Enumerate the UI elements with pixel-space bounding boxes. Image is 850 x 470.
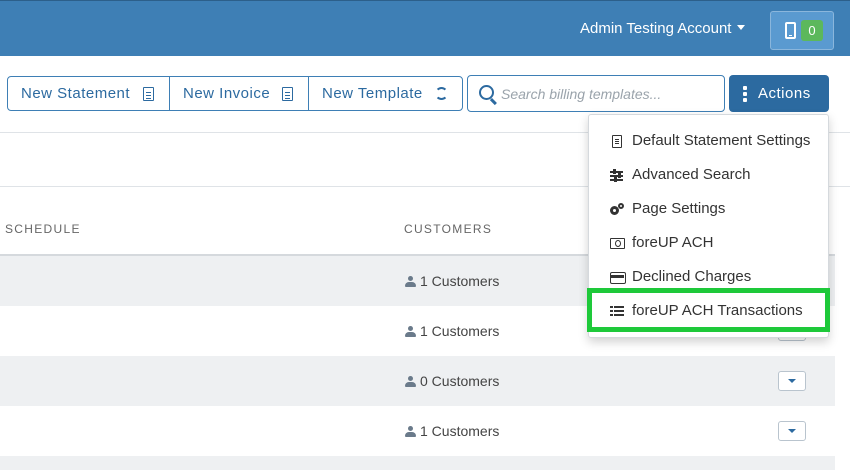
customers-cell: 1 Customers bbox=[405, 273, 499, 289]
user-icon bbox=[405, 426, 416, 437]
customers-count: 1 Customers bbox=[420, 423, 500, 439]
column-header-schedule[interactable]: SCHEDULE bbox=[5, 222, 81, 236]
customers-count: 1 Customers bbox=[420, 323, 500, 339]
menu-item-label: Page Settings bbox=[632, 200, 726, 217]
menu-item-label: Advanced Search bbox=[632, 166, 751, 183]
new-statement-label: New Statement bbox=[21, 85, 131, 102]
menu-item-foreup-ach[interactable]: foreUP ACH bbox=[589, 226, 828, 260]
cogs-icon bbox=[610, 203, 624, 216]
caret-down-icon bbox=[737, 25, 746, 30]
highlight-box bbox=[587, 288, 830, 332]
search-icon bbox=[479, 85, 494, 100]
menu-item-label: foreUP ACH bbox=[632, 234, 714, 251]
customers-cell: 0 Customers bbox=[405, 373, 499, 389]
menu-item-label: Default Statement Settings bbox=[632, 132, 811, 149]
search-input[interactable] bbox=[501, 76, 719, 111]
mobile-phone-icon bbox=[785, 22, 796, 39]
sliders-icon bbox=[610, 169, 624, 182]
table-row: 1 Customers bbox=[0, 406, 835, 456]
menu-item-advanced-search[interactable]: Advanced Search bbox=[589, 158, 828, 192]
file-text-icon bbox=[282, 87, 293, 101]
refresh-icon bbox=[435, 87, 448, 100]
new-invoice-button[interactable]: New Invoice bbox=[169, 76, 309, 111]
ellipsis-vertical-icon bbox=[743, 86, 747, 90]
customers-count: 1 Customers bbox=[420, 273, 500, 289]
credit-card-icon bbox=[610, 272, 626, 284]
file-text-icon bbox=[612, 135, 622, 148]
customers-count: 0 Customers bbox=[420, 373, 500, 389]
device-count-badge: 0 bbox=[801, 20, 823, 41]
table-row: 0 Customers bbox=[0, 356, 835, 406]
actions-button[interactable]: Actions bbox=[729, 75, 829, 112]
user-icon bbox=[405, 376, 416, 387]
money-bill-icon bbox=[610, 238, 625, 249]
search-field[interactable] bbox=[467, 75, 725, 112]
column-header-customers[interactable]: CUSTOMERS bbox=[404, 222, 492, 236]
new-template-label: New Template bbox=[322, 85, 423, 102]
customers-cell: 1 Customers bbox=[405, 323, 499, 339]
user-icon bbox=[405, 326, 416, 337]
customers-cell: 1 Customers bbox=[405, 423, 499, 439]
row-menu-button[interactable] bbox=[778, 421, 806, 441]
top-navbar: Admin Testing Account 0 bbox=[0, 0, 850, 56]
user-icon bbox=[405, 276, 416, 287]
menu-item-default-statement-settings[interactable]: Default Statement Settings bbox=[589, 124, 828, 158]
account-label: Admin Testing Account bbox=[580, 20, 732, 37]
actions-label: Actions bbox=[758, 85, 811, 102]
row-menu-button[interactable] bbox=[778, 371, 806, 391]
new-invoice-label: New Invoice bbox=[183, 85, 271, 102]
menu-item-page-settings[interactable]: Page Settings bbox=[589, 192, 828, 226]
table-row bbox=[0, 456, 835, 470]
new-template-button[interactable]: New Template bbox=[308, 76, 463, 111]
menu-item-label: Declined Charges bbox=[632, 268, 752, 285]
file-text-icon bbox=[143, 87, 154, 101]
devices-button[interactable]: 0 bbox=[770, 11, 834, 50]
account-dropdown[interactable]: Admin Testing Account bbox=[580, 20, 746, 37]
new-statement-button[interactable]: New Statement bbox=[7, 76, 170, 111]
